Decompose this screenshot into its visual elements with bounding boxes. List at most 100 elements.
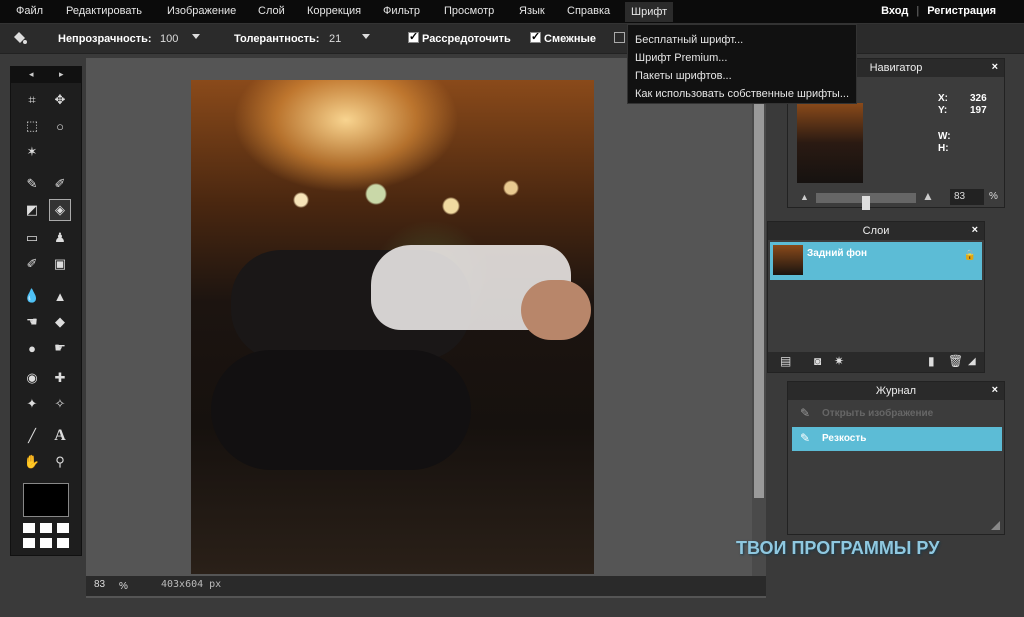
color-replace-icon[interactable]: ✐ xyxy=(21,253,43,275)
clone-stamp-icon[interactable]: ♟ xyxy=(49,227,71,249)
menu-view[interactable]: Просмотр xyxy=(444,5,494,17)
bloat-icon[interactable]: ✦ xyxy=(21,393,43,415)
layers-header[interactable]: Слои × xyxy=(768,222,984,240)
zoom-slider-track[interactable] xyxy=(816,193,916,210)
gradient-icon[interactable]: ▭ xyxy=(21,227,43,249)
layers-resize-icon[interactable]: ◢ xyxy=(968,356,976,367)
history-item-label: Открыть изображение xyxy=(822,408,934,419)
history-header[interactable]: Журнал × xyxy=(788,382,1004,400)
foreground-color-swatch[interactable] xyxy=(23,483,69,517)
status-bar: 83 % 403x604 px xyxy=(86,576,766,596)
nav-y-value: 197 xyxy=(970,105,987,116)
dodge-icon[interactable]: ☛ xyxy=(49,337,71,359)
navigator-zoom-unit: % xyxy=(989,191,998,202)
move-icon[interactable]: ✥ xyxy=(49,89,71,111)
layers-title: Слои xyxy=(862,225,890,237)
menu-language[interactable]: Язык xyxy=(519,5,545,17)
magic-wand-icon[interactable]: ✶ xyxy=(21,141,43,163)
new-layer-icon[interactable]: ▮ xyxy=(928,354,935,368)
canvas-image[interactable] xyxy=(191,80,594,574)
opacity-value[interactable]: 100 xyxy=(160,33,178,45)
font-menu-premium[interactable]: Шрифт Premium... xyxy=(628,49,856,67)
marquee-icon[interactable]: ⬚ xyxy=(21,115,43,137)
status-zoom-value[interactable]: 83 xyxy=(94,579,105,590)
history-close-icon[interactable]: × xyxy=(992,384,998,396)
brush-icon[interactable]: ✐ xyxy=(49,173,71,195)
color-picker-icon[interactable]: ╱ xyxy=(21,425,43,447)
layer-mask-icon[interactable]: ◙ xyxy=(814,354,821,368)
hand-icon[interactable]: ✋ xyxy=(21,451,43,473)
pencil-icon[interactable]: ✎ xyxy=(21,173,43,195)
menu-adjustments[interactable]: Коррекция xyxy=(307,5,361,17)
extra-checkbox[interactable] xyxy=(614,32,625,43)
canvas-vertical-scrollbar[interactable] xyxy=(752,58,766,576)
eraser-icon[interactable]: ◩ xyxy=(21,199,43,221)
layer-row[interactable]: Задний фон 🔒 xyxy=(770,242,982,280)
menu-file[interactable]: Файл xyxy=(16,5,43,17)
opacity-dropdown-icon[interactable] xyxy=(192,34,200,39)
red-eye-icon[interactable]: ◉ xyxy=(21,367,43,389)
navigator-zoom-input[interactable]: 83 xyxy=(950,189,984,205)
antialias-label: Рассредоточить xyxy=(422,33,511,45)
font-menu-free[interactable]: Бесплатный шрифт... xyxy=(628,31,856,49)
history-item-label: Резкость xyxy=(822,433,867,444)
layers-close-icon[interactable]: × xyxy=(972,224,978,236)
type-icon[interactable]: A xyxy=(49,425,71,447)
auth-separator: | xyxy=(916,5,920,17)
navigator-thumbnail[interactable] xyxy=(797,103,863,183)
sponge-icon[interactable]: ◆ xyxy=(49,311,71,333)
lasso-icon[interactable]: ○ xyxy=(49,115,71,137)
view-mode-cell[interactable] xyxy=(40,523,52,533)
crop-icon[interactable]: ⌗ xyxy=(21,89,43,111)
history-resize-icon[interactable] xyxy=(991,521,1000,530)
history-item[interactable]: ✎ Открыть изображение xyxy=(792,402,1002,426)
spot-heal-icon[interactable]: ✚ xyxy=(49,367,71,389)
paint-bucket-tool-icon[interactable]: ◈ xyxy=(49,199,71,221)
font-menu-packs[interactable]: Пакеты шрифтов... xyxy=(628,67,856,85)
layers-footer: ▤ ◙ ✷ ▮ 🗑 ◢ xyxy=(768,352,984,372)
scrollbar-thumb[interactable] xyxy=(754,58,764,498)
nav-w-label: W: xyxy=(938,131,951,142)
sharpen-icon[interactable]: ▲ xyxy=(49,285,71,307)
toolbox-header: ◂ ▸ xyxy=(11,67,81,83)
burn-icon[interactable]: ● xyxy=(21,337,43,359)
layer-settings-icon[interactable]: ▤ xyxy=(780,354,791,368)
font-menu-own-fonts[interactable]: Как использовать собственные шрифты... xyxy=(628,85,856,103)
view-mode-cell[interactable] xyxy=(57,523,69,533)
canvas-workarea[interactable] xyxy=(86,58,766,598)
antialias-checkbox[interactable] xyxy=(408,30,419,43)
toolbox-arrow-left-icon[interactable]: ◂ xyxy=(29,69,34,80)
view-mode-cell[interactable] xyxy=(23,537,35,548)
menu-filter[interactable]: Фильтр xyxy=(383,5,420,17)
history-item-current[interactable]: ✎ Резкость xyxy=(792,427,1002,451)
menu-help[interactable]: Справка xyxy=(567,5,610,17)
toolbox-arrow-right-icon[interactable]: ▸ xyxy=(59,69,64,80)
view-mode-cell[interactable] xyxy=(57,537,69,548)
view-mode-cell[interactable] xyxy=(40,537,52,548)
layer-name: Задний фон xyxy=(807,248,868,259)
view-mode-grid[interactable] xyxy=(23,523,69,549)
layer-styles-icon[interactable]: ✷ xyxy=(834,354,844,368)
lock-icon[interactable]: 🔒 xyxy=(964,250,976,261)
drawing-icon[interactable]: ▣ xyxy=(49,253,71,275)
options-bar: Непрозрачность: 100 Толерантность: 21 Ра… xyxy=(0,24,1024,54)
blur-icon[interactable]: 💧 xyxy=(21,285,43,307)
menu-layer[interactable]: Слой xyxy=(258,5,285,17)
zoom-slider-knob[interactable] xyxy=(862,196,870,210)
zoom-icon[interactable]: ⚲ xyxy=(49,451,71,473)
login-link[interactable]: Вход xyxy=(881,5,908,17)
menu-image[interactable]: Изображение xyxy=(167,5,236,17)
zoom-out-icon[interactable]: ▲ xyxy=(800,192,809,202)
smudge-icon[interactable]: ☚ xyxy=(21,311,43,333)
pinch-icon[interactable]: ✧ xyxy=(49,393,71,415)
zoom-in-icon[interactable]: ▲ xyxy=(922,189,934,203)
contiguous-checkbox[interactable] xyxy=(530,30,541,43)
menu-font[interactable]: Шрифт xyxy=(625,2,674,22)
tolerance-value[interactable]: 21 xyxy=(329,33,341,45)
delete-layer-icon[interactable]: 🗑 xyxy=(948,354,963,368)
menu-edit[interactable]: Редактировать xyxy=(66,5,142,17)
tolerance-dropdown-icon[interactable] xyxy=(362,34,370,39)
navigator-close-icon[interactable]: × xyxy=(992,61,998,73)
register-link[interactable]: Регистрация xyxy=(927,5,996,17)
view-mode-cell[interactable] xyxy=(23,523,35,533)
